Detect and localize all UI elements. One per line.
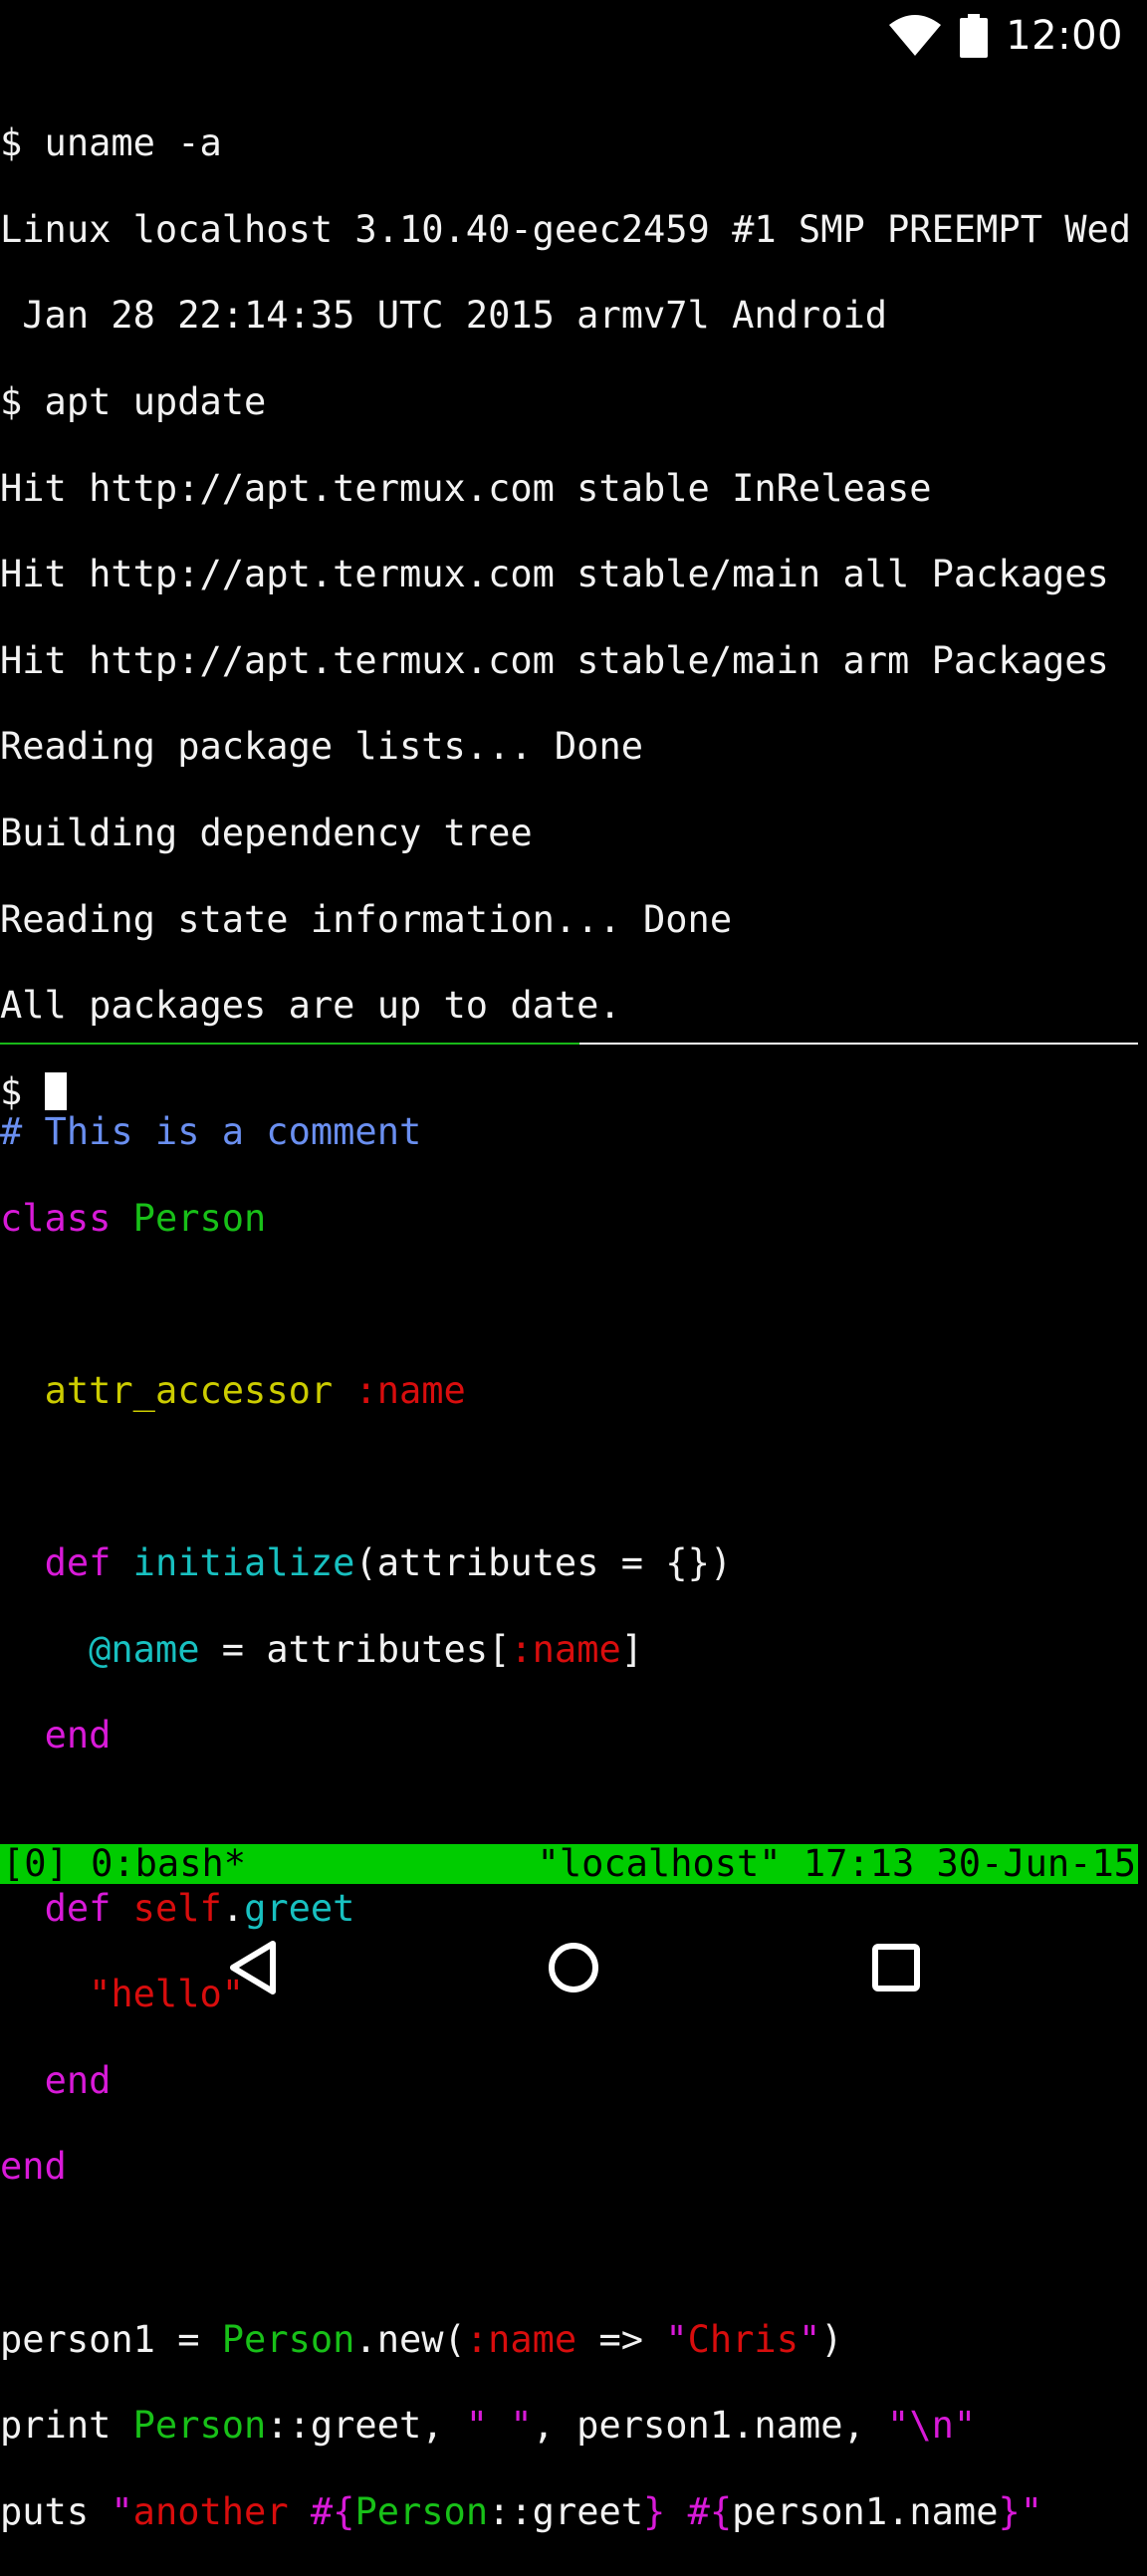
back-icon[interactable] <box>217 1932 289 2003</box>
code-text: ] <box>620 1627 644 1671</box>
terminal-line: Hit http://apt.termux.com stable/main al… <box>0 553 1109 596</box>
code-ivar: @name <box>89 1627 200 1671</box>
code-method: attr_accessor <box>44 1369 334 1413</box>
clock: 12:00 <box>1006 13 1123 59</box>
terminal-line: Reading state information... Done <box>0 897 733 941</box>
terminal-line: Hit http://apt.termux.com stable/main ar… <box>0 638 1109 682</box>
terminal-line: $ uname -a <box>0 121 222 165</box>
status-bar: 12:00 <box>0 0 1147 72</box>
code-class-name: Person <box>132 1196 267 1240</box>
terminal-line: $ apt update <box>0 380 267 424</box>
code-function: initialize <box>132 1541 355 1585</box>
code-keyword: end <box>0 2145 67 2189</box>
code-line: def initialize(attributes = {}) <box>0 1541 1147 1584</box>
terminal-line: Jan 28 22:14:35 UTC 2015 armv7l Android <box>0 294 888 338</box>
code-comment: # This is a comment <box>0 1110 422 1154</box>
code-quote: " <box>665 2317 688 2361</box>
code-line: attr_accessor :name <box>0 1369 1147 1412</box>
active-pane-indicator <box>0 1043 579 1045</box>
code-line: puts "another #{Person::greet} #{person1… <box>0 2490 1147 2533</box>
code-keyword: end <box>44 2058 112 2102</box>
code-text: = attributes[ <box>199 1627 511 1671</box>
navigation-bar <box>0 1896 1147 2039</box>
terminal-bottom-pane[interactable]: # This is a comment class Person attr_ac… <box>0 1067 1147 2576</box>
code-line: print Person::greet, " ", person1.name, … <box>0 2404 1147 2447</box>
code-line: class Person <box>0 1197 1147 1240</box>
code-text: , person1.name, <box>532 2404 888 2448</box>
terminal-top-pane[interactable]: $ uname -a Linux localhost 3.10.40-geec2… <box>0 79 1147 1156</box>
terminal-line: Reading package lists... Done <box>0 725 644 769</box>
code-line: end <box>0 1714 1147 1756</box>
code-quote: " <box>111 2489 133 2533</box>
code-text: (attributes = {}) <box>354 1541 733 1585</box>
code-symbol: :name <box>510 1627 621 1671</box>
code-interp: } <box>643 2489 666 2533</box>
code-string: " " <box>465 2404 533 2448</box>
code-quote: " <box>798 2317 821 2361</box>
tmux-window-list[interactable]: [0] 0:bash* <box>2 1844 246 1884</box>
code-text: puts <box>0 2489 112 2533</box>
wifi-icon <box>888 15 942 57</box>
terminal-line: All packages are up to date. <box>0 984 621 1028</box>
code-interp: } <box>998 2489 1021 2533</box>
code-constant: Person <box>132 2404 267 2448</box>
terminal-line: Building dependency tree <box>0 812 533 855</box>
battery-icon <box>960 14 989 58</box>
recents-icon[interactable] <box>860 1932 932 2003</box>
code-text: ) <box>820 2317 843 2361</box>
tmux-host-clock: "localhost" 17:13 30-Jun-15 <box>537 1842 1136 1885</box>
code-interp: #{ <box>687 2489 733 2533</box>
code-line: end <box>0 2145 1147 2188</box>
code-text: => <box>576 2317 666 2361</box>
code-quote: " <box>1020 2489 1043 2533</box>
code-text: .new( <box>354 2317 466 2361</box>
code-string: Chris <box>687 2317 799 2361</box>
code-symbol: :name <box>465 2317 577 2361</box>
code-line: # This is a comment <box>0 1110 1147 1153</box>
code-text: ::greet <box>488 2489 644 2533</box>
tmux-status-bar: [0] 0:bash* "localhost" 17:13 30-Jun-15 <box>0 1844 1138 1884</box>
code-string: another <box>132 2489 311 2533</box>
code-keyword: end <box>44 1714 112 1757</box>
terminal-line: Hit http://apt.termux.com stable InRelea… <box>0 466 932 510</box>
terminal-line: Linux localhost 3.10.40-geec2459 #1 SMP … <box>0 207 1132 251</box>
code-text: ::greet, <box>266 2404 466 2448</box>
code-interp: #{ <box>310 2489 355 2533</box>
code-string: "\n" <box>887 2404 977 2448</box>
code-line: @name = attributes[:name] <box>0 1628 1147 1671</box>
code-line: person1 = Person.new(:name => "Chris") <box>0 2318 1147 2361</box>
code-keyword: def <box>44 1541 112 1585</box>
pane-divider[interactable] <box>0 1043 1138 1045</box>
home-icon[interactable] <box>538 1932 609 2003</box>
code-text: person1.name <box>732 2489 999 2533</box>
code-constant: Person <box>354 2489 489 2533</box>
code-line: end <box>0 2059 1147 2102</box>
code-text: print <box>0 2404 133 2448</box>
code-text: person1 = <box>0 2317 222 2361</box>
code-keyword: class <box>0 1196 112 1240</box>
code-constant: Person <box>221 2317 355 2361</box>
code-symbol: :name <box>354 1369 466 1413</box>
